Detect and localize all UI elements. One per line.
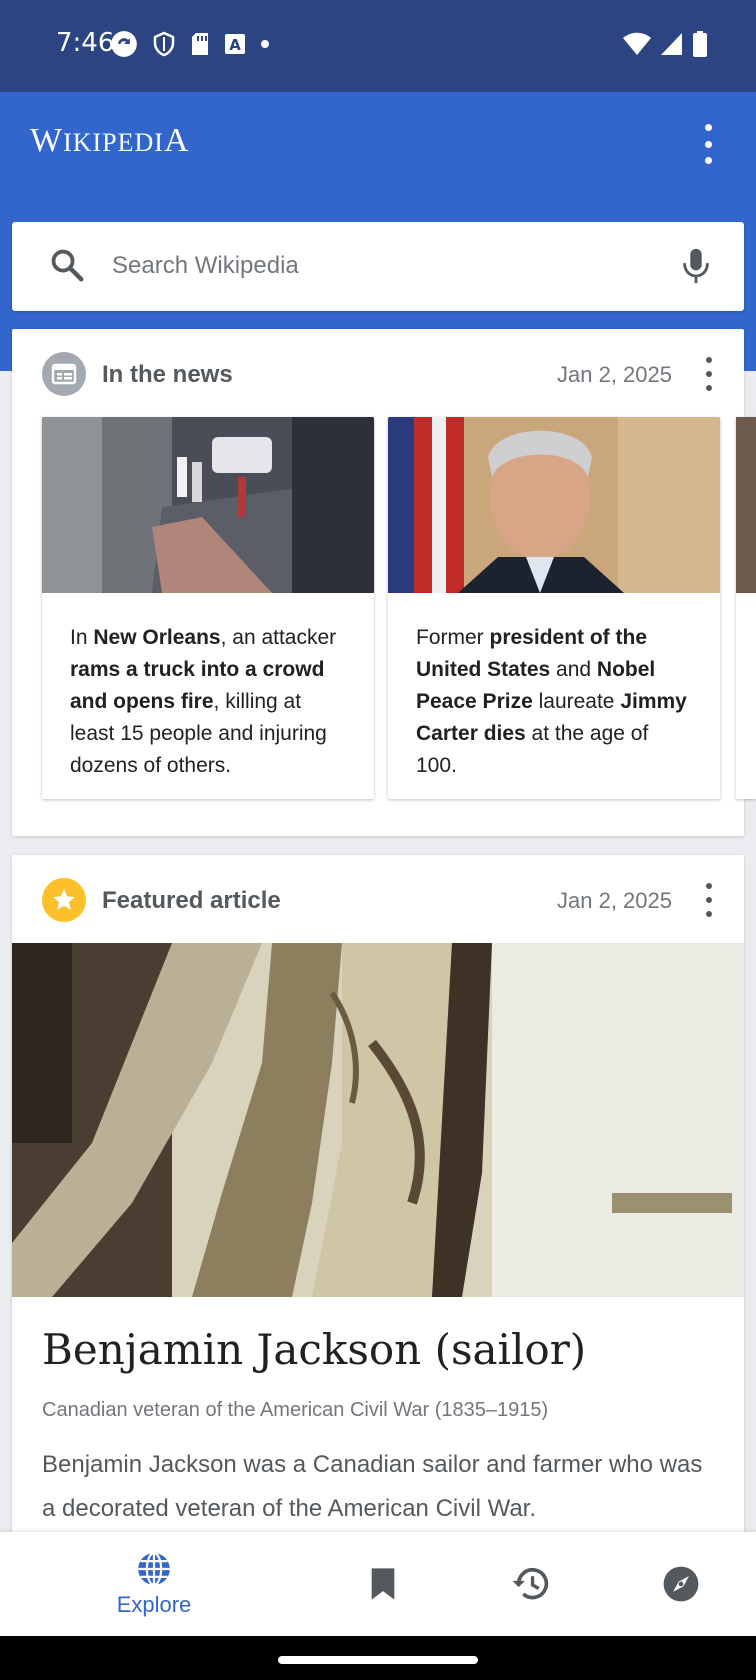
dot-icon bbox=[261, 40, 269, 48]
featured-article-extract: Benjamin Jackson was a Canadian sailor a… bbox=[42, 1451, 703, 1522]
sd-card-icon bbox=[192, 33, 208, 55]
featured-card-header: Featured article Jan 2, 2025 bbox=[12, 855, 744, 943]
news-item-text: In New Orleans, an attacker rams a truck… bbox=[70, 626, 337, 777]
news-item[interactable]: In New Orleans, an attacker rams a truck… bbox=[42, 417, 374, 799]
featured-card-date: Jan 2, 2025 bbox=[557, 888, 672, 913]
news-card-header: In the news Jan 2, 2025 bbox=[12, 329, 744, 417]
news-image bbox=[388, 417, 720, 593]
nav-explore-label: Explore bbox=[116, 1592, 192, 1617]
featured-article-title[interactable]: Benjamin Jackson (sailor) bbox=[42, 1325, 586, 1374]
news-card-title: In the news bbox=[102, 361, 233, 388]
featured-article-card[interactable]: Featured article Jan 2, 2025 Benjamin Ja… bbox=[12, 855, 744, 1535]
font-a-icon: A bbox=[225, 34, 245, 54]
signal-icon bbox=[661, 33, 682, 55]
status-bar: 7:46 A bbox=[0, 0, 756, 92]
overflow-menu-button[interactable] bbox=[696, 124, 720, 164]
battery-icon bbox=[693, 31, 707, 57]
shield-icon bbox=[153, 31, 175, 57]
star-icon bbox=[42, 878, 86, 922]
news-item[interactable]: Former president of the United States an… bbox=[388, 417, 720, 799]
wikipedia-wordmark: WIKIPEDIA bbox=[30, 122, 190, 159]
nav-history-tab[interactable] bbox=[508, 1532, 554, 1636]
bookmark-icon bbox=[371, 1568, 395, 1600]
news-item-next-peek[interactable] bbox=[736, 417, 756, 799]
nav-saved-tab[interactable] bbox=[360, 1532, 406, 1636]
featured-article-image bbox=[12, 943, 744, 1297]
news-card-menu-button[interactable] bbox=[704, 357, 714, 391]
news-image bbox=[42, 417, 374, 593]
news-item-text: Former president of the United States an… bbox=[416, 626, 687, 777]
microphone-icon[interactable] bbox=[678, 246, 714, 286]
search-input[interactable]: Search Wikipedia bbox=[112, 252, 299, 280]
wifi-icon bbox=[623, 32, 651, 55]
status-system-icons bbox=[622, 30, 708, 58]
status-notification-icons: A bbox=[110, 30, 270, 58]
news-card-date: Jan 2, 2025 bbox=[557, 362, 672, 387]
compass-icon bbox=[663, 1566, 699, 1602]
app-bar: WIKIPEDIA bbox=[0, 92, 756, 195]
globe-icon bbox=[138, 1552, 170, 1586]
svg-text:A: A bbox=[229, 36, 241, 54]
search-icon bbox=[51, 249, 84, 282]
sync-icon bbox=[111, 31, 137, 57]
bottom-navigation: Explore bbox=[0, 1532, 756, 1636]
nav-explore-tab[interactable]: Explore bbox=[104, 1532, 204, 1636]
history-icon bbox=[512, 1568, 549, 1600]
gesture-navigation-bar bbox=[0, 1636, 756, 1680]
featured-card-title: Featured article bbox=[102, 887, 281, 914]
status-time: 7:46 bbox=[56, 28, 115, 58]
home-gesture-handle[interactable] bbox=[278, 1656, 478, 1664]
featured-article-description: Canadian veteran of the American Civil W… bbox=[42, 1399, 549, 1421]
search-bar[interactable]: Search Wikipedia bbox=[12, 222, 744, 311]
news-icon bbox=[42, 352, 86, 396]
featured-card-menu-button[interactable] bbox=[704, 883, 714, 917]
nav-nearby-tab[interactable] bbox=[658, 1532, 704, 1636]
in-the-news-card: In the news Jan 2, 2025 In New Orleans, … bbox=[12, 329, 756, 836]
